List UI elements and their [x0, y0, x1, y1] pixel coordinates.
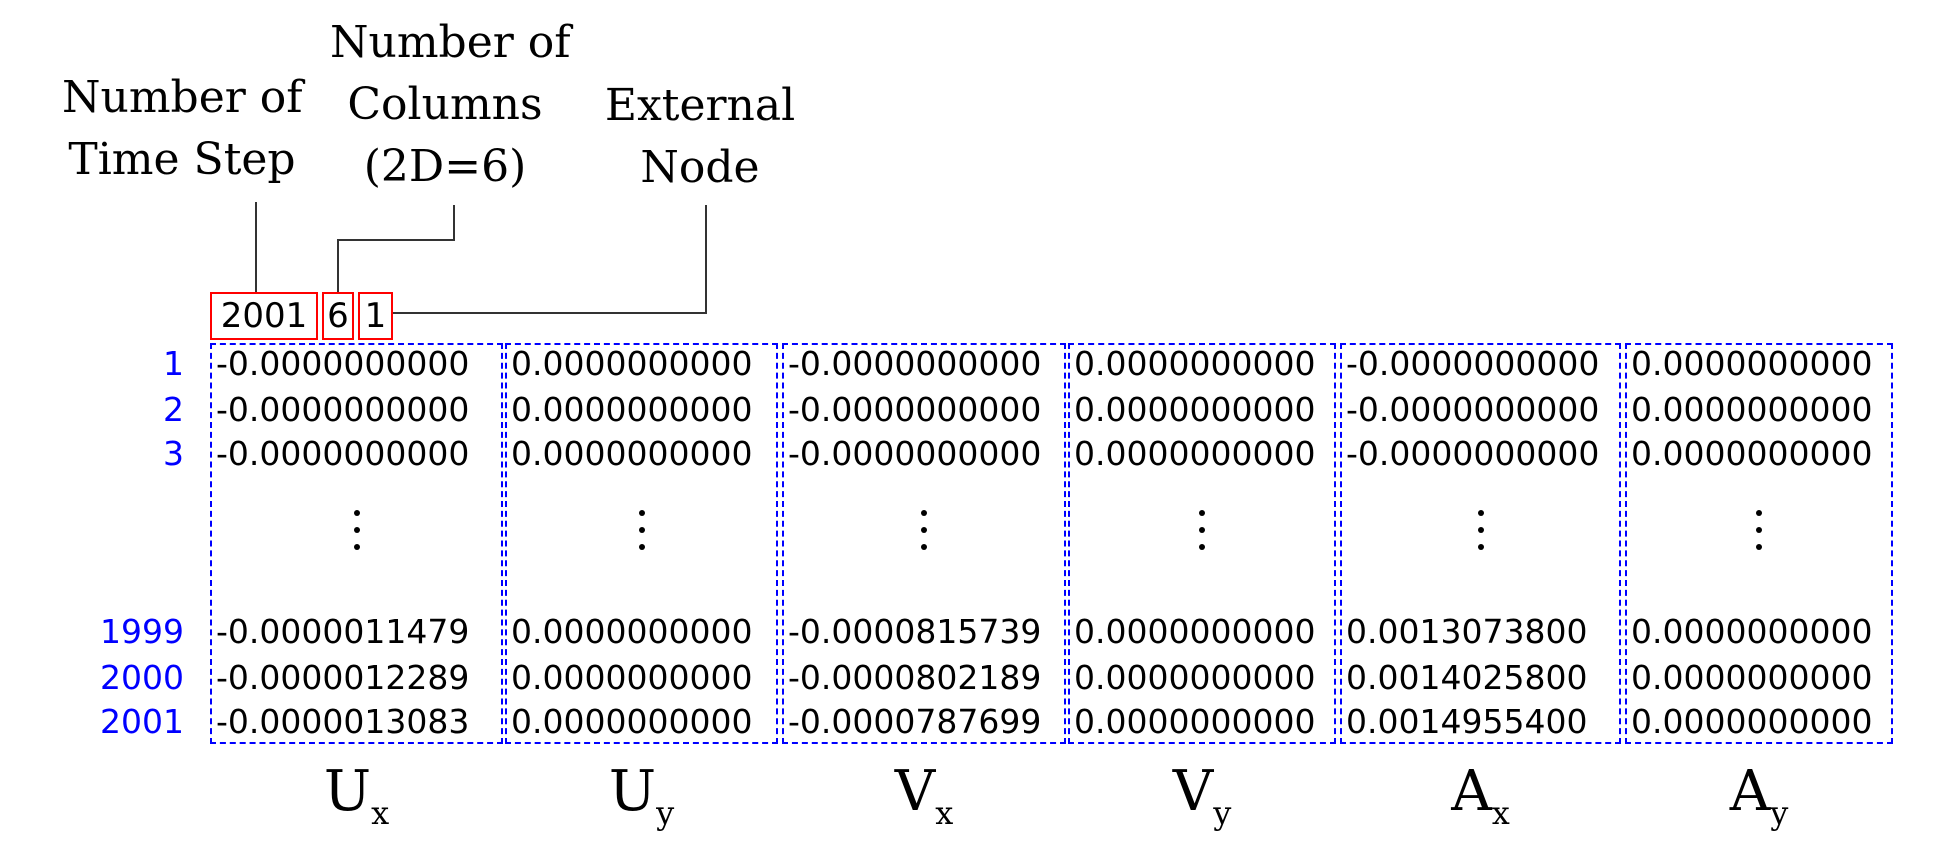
vertical-ellipsis — [1749, 510, 1769, 558]
leader-line-external-node — [393, 205, 707, 314]
data-cell: 0.0000000000 — [511, 390, 753, 429]
data-cell: -0.0000012289 — [216, 658, 470, 697]
row-label: 1 — [163, 344, 184, 383]
vertical-ellipsis — [914, 510, 934, 558]
data-cell: -0.0000000000 — [788, 434, 1042, 473]
data-cell: 0.0014955400 — [1346, 702, 1588, 741]
data-cell: 0.0000000000 — [511, 344, 753, 383]
data-cell: 0.0000000000 — [511, 658, 753, 697]
column-symbol-letter: U — [323, 759, 372, 824]
data-cell: -0.0000011479 — [216, 612, 470, 651]
data-cell: -0.0000000000 — [216, 344, 470, 383]
data-cell: 0.0000000000 — [1074, 658, 1316, 697]
data-cell: 0.0000000000 — [511, 434, 753, 473]
data-cell: -0.0000013083 — [216, 702, 470, 741]
column-symbol-letter: V — [894, 759, 936, 824]
column-symbol-subscript: y — [1213, 794, 1232, 832]
data-cell: 0.0014025800 — [1346, 658, 1588, 697]
vertical-ellipsis — [1192, 510, 1212, 558]
data-cell: 0.0000000000 — [511, 612, 753, 651]
column-symbol-subscript: x — [371, 794, 390, 832]
data-cell: -0.0000815739 — [788, 612, 1042, 651]
leader-line-columns — [337, 205, 455, 292]
data-cell: 0.0000000000 — [1631, 658, 1873, 697]
header-columns-box: 6 — [322, 292, 354, 340]
column-symbol: Uy — [505, 752, 778, 832]
row-label: 3 — [163, 434, 184, 473]
vertical-ellipsis — [632, 510, 652, 558]
column-symbol-letter: V — [1172, 759, 1214, 824]
vertical-ellipsis — [347, 510, 367, 558]
column-symbol-subscript: y — [656, 794, 675, 832]
data-cell: 0.0000000000 — [1631, 390, 1873, 429]
data-cell: -0.0000000000 — [216, 390, 470, 429]
data-cell: -0.0000000000 — [1346, 390, 1600, 429]
row-label: 2001 — [100, 702, 184, 741]
column-symbol: Vx — [782, 752, 1066, 832]
column-symbol: Ux — [210, 752, 503, 832]
column-symbol-subscript: y — [1770, 794, 1789, 832]
data-cell: 0.0000000000 — [511, 702, 753, 741]
column-symbol-letter: U — [608, 759, 657, 824]
data-cell: 0.0000000000 — [1631, 434, 1873, 473]
data-cell: 0.0000000000 — [1074, 434, 1316, 473]
data-cell: 0.0000000000 — [1631, 612, 1873, 651]
data-cell: 0.0000000000 — [1631, 702, 1873, 741]
data-cell: 0.0000000000 — [1074, 344, 1316, 383]
column-symbol: Ax — [1340, 752, 1621, 832]
data-cell: -0.0000000000 — [1346, 434, 1600, 473]
data-cell: -0.0000000000 — [788, 344, 1042, 383]
column-symbol-letter: A — [1451, 759, 1492, 824]
data-cell: 0.0000000000 — [1631, 344, 1873, 383]
column-symbol-subscript: x — [1491, 794, 1510, 832]
row-label: 2 — [163, 390, 184, 429]
row-label: 1999 — [100, 612, 184, 651]
data-cell: 0.0000000000 — [1074, 702, 1316, 741]
data-cell: 0.0000000000 — [1074, 612, 1316, 651]
data-cell: -0.0000000000 — [1346, 344, 1600, 383]
data-cell: 0.0000000000 — [1074, 390, 1316, 429]
header-node-box: 1 — [358, 292, 393, 340]
column-symbol: Vy — [1068, 752, 1336, 832]
data-cell: -0.0000787699 — [788, 702, 1042, 741]
column-symbol-letter: A — [1729, 759, 1771, 824]
data-cell: -0.0000000000 — [216, 434, 470, 473]
data-cell: -0.0000802189 — [788, 658, 1042, 697]
column-symbol: Ay — [1625, 752, 1893, 832]
row-label: 2000 — [100, 658, 184, 697]
header-time-steps-box: 2001 — [210, 292, 318, 340]
vertical-ellipsis — [1471, 510, 1491, 558]
data-cell: -0.0000000000 — [788, 390, 1042, 429]
column-symbol-subscript: x — [935, 794, 954, 832]
data-cell: 0.0013073800 — [1346, 612, 1588, 651]
